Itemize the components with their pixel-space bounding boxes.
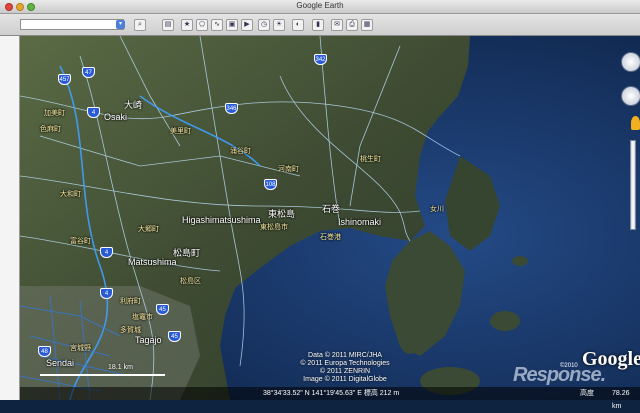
place-label-shiogama: 塩竈市 xyxy=(132,314,153,321)
historical-imagery-icon[interactable]: ◷ xyxy=(258,19,270,31)
place-label-osaki-jp: 大崎 xyxy=(124,100,143,110)
view-in-maps-icon[interactable]: ▦ xyxy=(361,19,373,31)
credit-line: © 2011 Europa Technologies xyxy=(300,360,390,367)
place-label-misato: 美里町 xyxy=(170,128,191,135)
place-label-higashimatsushima-city: 東松島市 xyxy=(260,224,288,231)
scale-bar xyxy=(40,374,165,376)
toolbar: ▾ ⌕ ▤ ★ ⬠ ∿ ▣ ▶ ◷ ☀ ◐ ▮ ✉ ⎙ ▦ xyxy=(0,14,640,36)
place-label-tagajo: Tagajo xyxy=(135,335,162,345)
credit-line: Image © 2011 DigitalGlobe xyxy=(303,376,387,383)
place-label-taiwa: 大和町 xyxy=(60,191,81,198)
place-label-miyagino: 宮城野 xyxy=(70,345,91,352)
place-label-onagawa: 女川 xyxy=(430,206,444,213)
route-shield: 4 xyxy=(100,288,113,299)
sidebar-edge xyxy=(0,36,20,400)
window-title: Google Earth xyxy=(296,1,344,10)
place-label-ishinomaki: Ishinomaki xyxy=(338,217,382,227)
credit-line: © 2011 ZENRIN xyxy=(319,368,371,375)
place-label-sendai: Sendai xyxy=(46,358,75,368)
route-shield: 346 xyxy=(225,103,238,114)
placemark-icon[interactable]: ★ xyxy=(181,19,193,31)
ruler-icon[interactable]: ▮ xyxy=(312,19,324,31)
zoom-slider[interactable] xyxy=(630,140,636,230)
route-shield: 342 xyxy=(314,54,327,65)
route-shield: 45 xyxy=(156,304,169,315)
earth-view[interactable]: 大崎 Osaki Higashimatsushima 東松島 石巻 Ishino… xyxy=(20,36,640,400)
place-label-matsushima-ku: 松島区 xyxy=(180,278,201,285)
street-view-pegman-icon[interactable] xyxy=(631,116,640,130)
credit-line: Data © 2011 MIRC/JHA xyxy=(308,352,382,359)
path-icon[interactable]: ∿ xyxy=(211,19,223,31)
status-bar: 38°34'33.52" N 141°19'45.63" E 標高 212 m … xyxy=(20,387,640,410)
route-shield: 47 xyxy=(82,67,95,78)
look-joystick[interactable] xyxy=(621,52,640,72)
search-history-dropdown[interactable]: ▾ xyxy=(116,20,125,29)
place-label-higashimatsushima: Higashimatsushima xyxy=(182,215,261,225)
place-label-ishinomaki-jp: 石巻 xyxy=(322,204,341,214)
place-label-osaki: Osaki xyxy=(104,112,128,122)
window-titlebar: Google Earth xyxy=(0,0,640,14)
place-label-osato: 大郷町 xyxy=(138,226,159,233)
print-icon[interactable]: ⎙ xyxy=(346,19,358,31)
map-imagery xyxy=(20,36,640,400)
route-shield: 48 xyxy=(38,346,51,357)
sidebar-toggle-icon[interactable]: ▤ xyxy=(162,19,174,31)
place-label-wakuya: 涌谷町 xyxy=(230,148,251,155)
place-label-tagajo-jp: 多賀城 xyxy=(120,327,141,334)
route-shield: 4 xyxy=(87,107,100,118)
route-shield: 108 xyxy=(264,179,277,190)
place-label-matsushima: Matsushima xyxy=(128,257,177,267)
route-shield: 4 xyxy=(100,247,113,258)
place-label-rifu: 利府町 xyxy=(120,298,141,305)
place-label-matsushima-jp: 松島町 xyxy=(173,248,201,258)
polygon-icon[interactable]: ⬠ xyxy=(196,19,208,31)
search-input[interactable] xyxy=(20,19,124,30)
planets-icon[interactable]: ◐ xyxy=(292,19,304,31)
place-label-ishinomaki-port: 石巻港 xyxy=(320,234,341,241)
place-label-shikama: 色麻町 xyxy=(40,126,61,133)
place-label-tomiya: 富谷町 xyxy=(70,238,91,245)
move-joystick[interactable] xyxy=(621,86,640,106)
route-shield: 457 xyxy=(58,74,71,85)
place-label-kanan: 河南町 xyxy=(278,166,299,173)
place-label-monou: 桃生町 xyxy=(360,156,381,163)
place-label-kami: 加美町 xyxy=(44,110,65,117)
route-shield: 45 xyxy=(168,331,181,342)
response-watermark: Response. xyxy=(513,364,606,386)
search-icon[interactable]: ⌕ xyxy=(134,19,146,31)
sunlight-icon[interactable]: ☀ xyxy=(273,19,285,31)
place-label-higashimatsushima-jp: 東松島 xyxy=(268,209,296,219)
eye-altitude-value: 78.26 km xyxy=(612,390,630,410)
scale-label: 18.1 km xyxy=(108,364,133,371)
imagery-credits: Data © 2011 MIRC/JHA © 2011 Europa Techn… xyxy=(270,352,420,384)
record-tour-icon[interactable]: ▶ xyxy=(241,19,253,31)
image-overlay-icon[interactable]: ▣ xyxy=(226,19,238,31)
eye-altitude-label: 高度 xyxy=(580,390,594,397)
email-icon[interactable]: ✉ xyxy=(331,19,343,31)
pointer-coordinates: 38°34'33.52" N 141°19'45.63" E 標高 212 m xyxy=(263,390,400,397)
